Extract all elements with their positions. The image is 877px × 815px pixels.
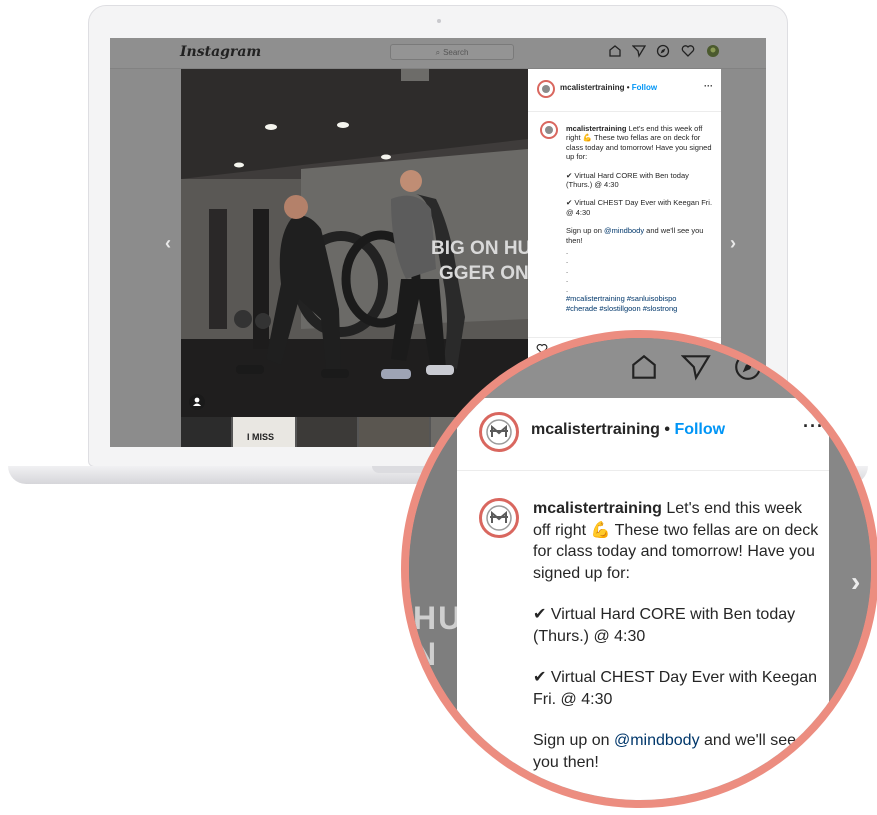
magnified-photo-backdrop — [829, 398, 871, 800]
explore-icon[interactable] — [733, 352, 763, 387]
caption-dot: . — [566, 265, 569, 275]
profile-avatar[interactable] — [706, 44, 720, 58]
author-username[interactable]: mcalistertraining — [560, 83, 624, 92]
wall-text-line-1: BIG ON HU — [431, 238, 528, 259]
wall-text-line-2: GGER ON — [439, 263, 528, 284]
caption-username[interactable]: mcalistertraining — [533, 500, 662, 517]
magnified-post-caption: mcalistertraining Let's end this week of… — [533, 498, 823, 793]
caption-dot: . — [566, 247, 569, 257]
magnified-top-bar — [409, 338, 871, 399]
activity-heart-icon[interactable] — [681, 44, 695, 58]
previous-post-arrow[interactable]: ‹ — [165, 233, 171, 254]
mcalister-logo-icon — [486, 505, 512, 531]
hashtags-line-2[interactable]: #cherade #slostillgoon #slostrong — [566, 304, 716, 313]
instagram-top-bar: Instagram ⌕ Search — [110, 38, 766, 69]
post-author: mcalistertraining • Follow — [531, 421, 725, 439]
post-author: mcalistertraining • Follow — [560, 83, 657, 92]
magnified-post-header: mcalistertraining • Follow ··· — [457, 398, 829, 471]
magnified-wall-text-line-1: HU — [413, 600, 464, 636]
thumbnail-text: I MISS — [247, 432, 275, 442]
mention-link[interactable]: @mindbody — [614, 732, 700, 749]
magnified-post-panel: mcalistertraining • Follow ··· mcalister… — [457, 398, 829, 800]
caption-author-avatar[interactable] — [479, 498, 519, 538]
related-post-thumbnail[interactable] — [297, 417, 357, 447]
search-placeholder: Search — [443, 48, 469, 57]
separator-dot: • — [659, 421, 675, 438]
related-post-thumbnail[interactable]: I MISS — [233, 417, 295, 447]
zoom-magnifier: HU N mcalistertraining • Follow ··· mcal… — [401, 330, 877, 808]
caption-item-2: ✔ Virtual CHEST Day Ever with Keegan Fri… — [566, 198, 713, 217]
author-avatar[interactable] — [537, 80, 555, 98]
mention-link[interactable]: @mindbody — [604, 226, 644, 235]
follow-button[interactable]: Follow — [632, 83, 657, 92]
next-post-arrow[interactable]: › — [851, 566, 860, 598]
search-input[interactable]: ⌕ Search — [390, 44, 514, 60]
caption-item-2: ✔ Virtual CHEST Day Ever with Keegan Fri… — [533, 669, 818, 708]
caption-signup-pre: Sign up on — [533, 732, 614, 749]
magnified-wall-text: HU N — [413, 600, 463, 672]
magnified-wall-text-line-2: N — [413, 636, 439, 672]
more-options-icon[interactable]: ··· — [704, 81, 713, 91]
related-post-thumbnail[interactable] — [181, 417, 231, 447]
caption-item-1: ✔ Virtual Hard CORE with Ben today (Thur… — [566, 170, 689, 190]
caption-dot: . — [566, 256, 569, 266]
caption-dot: . — [566, 284, 569, 294]
caption-signup-pre: Sign up on — [566, 226, 604, 236]
post-caption: mcalistertraining Let's end this week of… — [566, 124, 716, 313]
caption-username[interactable]: mcalistertraining — [566, 124, 626, 133]
home-icon[interactable] — [608, 44, 622, 58]
author-avatar[interactable] — [479, 412, 519, 452]
caption-author-avatar[interactable] — [540, 121, 558, 139]
instagram-logo[interactable]: Instagram — [180, 44, 261, 60]
more-options-icon[interactable]: ··· — [803, 416, 824, 437]
search-icon: ⌕ — [435, 48, 441, 57]
next-post-arrow[interactable]: › — [730, 233, 736, 254]
direct-message-icon[interactable] — [632, 44, 646, 58]
author-username[interactable]: mcalistertraining — [531, 421, 660, 438]
hashtags-line-1[interactable]: #mcalistertraining #sanluisobispo — [566, 294, 716, 303]
caption-dot: . — [566, 275, 569, 285]
follow-button[interactable]: Follow — [674, 421, 725, 438]
separator-dot: • — [624, 83, 632, 92]
explore-icon[interactable] — [656, 44, 670, 58]
post-header: mcalistertraining • Follow ··· — [528, 69, 721, 112]
mcalister-logo-icon — [486, 419, 512, 445]
laptop-camera — [437, 19, 441, 23]
caption-item-1: ✔ Virtual Hard CORE with Ben today (Thur… — [533, 606, 796, 645]
direct-message-icon[interactable] — [680, 352, 711, 387]
home-icon[interactable] — [629, 352, 659, 387]
